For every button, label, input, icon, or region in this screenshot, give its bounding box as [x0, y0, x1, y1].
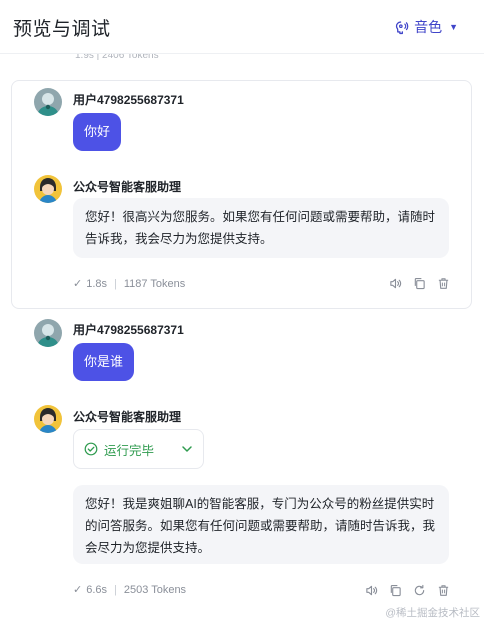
trash-icon[interactable] — [437, 584, 450, 597]
trash-icon[interactable] — [437, 277, 450, 290]
speaker-icon[interactable] — [389, 277, 402, 290]
user-avatar — [34, 319, 62, 347]
token-count: 1187 Tokens — [123, 277, 186, 290]
watermark: @稀土掘金技术社区 — [385, 607, 480, 619]
copy-icon[interactable] — [389, 584, 402, 597]
copy-icon[interactable] — [413, 277, 426, 290]
user-message-bubble: 你好 — [73, 113, 122, 151]
meta-divider: | — [114, 583, 117, 596]
user-name: 用户4798255687371 — [73, 93, 184, 107]
page-title: 预览与调试 — [13, 19, 111, 40]
check-icon: ✓ — [73, 278, 83, 290]
token-count: 2503 Tokens — [123, 583, 187, 596]
voice-selector[interactable]: 音色 ▼ — [394, 17, 458, 37]
bot-avatar — [34, 405, 62, 433]
bot-avatar — [34, 175, 62, 203]
user-message-bubble: 你是谁 — [73, 343, 135, 381]
voice-settings-icon — [395, 20, 409, 34]
bot-name: 公众号智能客服助理 — [73, 180, 182, 194]
user-avatar — [34, 88, 62, 116]
response-time: 1.8s — [86, 277, 108, 290]
voice-label: 音色 — [414, 19, 443, 35]
message-actions — [365, 584, 450, 597]
check-icon: ✓ — [73, 584, 83, 596]
meta-divider: | — [114, 277, 117, 290]
speaker-icon[interactable] — [365, 584, 378, 597]
bot-name: 公众号智能客服助理 — [73, 410, 182, 424]
message-meta: ✓ 1.8s | 1187 Tokens — [73, 277, 186, 291]
bot-message-bubble: 您好！很高兴为您服务。如果您有任何问题或需要帮助，请随时告诉我，我会尽力为您提供… — [73, 198, 449, 258]
check-circle-icon — [84, 442, 98, 456]
message-meta: ✓ 6.6s | 2503 Tokens — [73, 583, 187, 597]
bot-message-bubble: 您好！我是爽姐聊AI的智能客服，专门为公众号的粉丝提供实时的问答服务。如果您有任… — [73, 485, 449, 564]
user-name: 用户4798255687371 — [73, 323, 184, 337]
chevron-down-icon — [182, 446, 192, 452]
run-status-dropdown[interactable]: 运行完毕 — [73, 429, 204, 469]
regenerate-icon[interactable] — [413, 584, 426, 597]
preview-debug-header: 预览与调试 音色 ▼ — [0, 0, 484, 54]
caret-down-icon: ▼ — [449, 22, 458, 32]
message-actions — [389, 277, 450, 290]
run-status-label: 运行完毕 — [104, 443, 155, 458]
response-time: 6.6s — [86, 583, 108, 596]
